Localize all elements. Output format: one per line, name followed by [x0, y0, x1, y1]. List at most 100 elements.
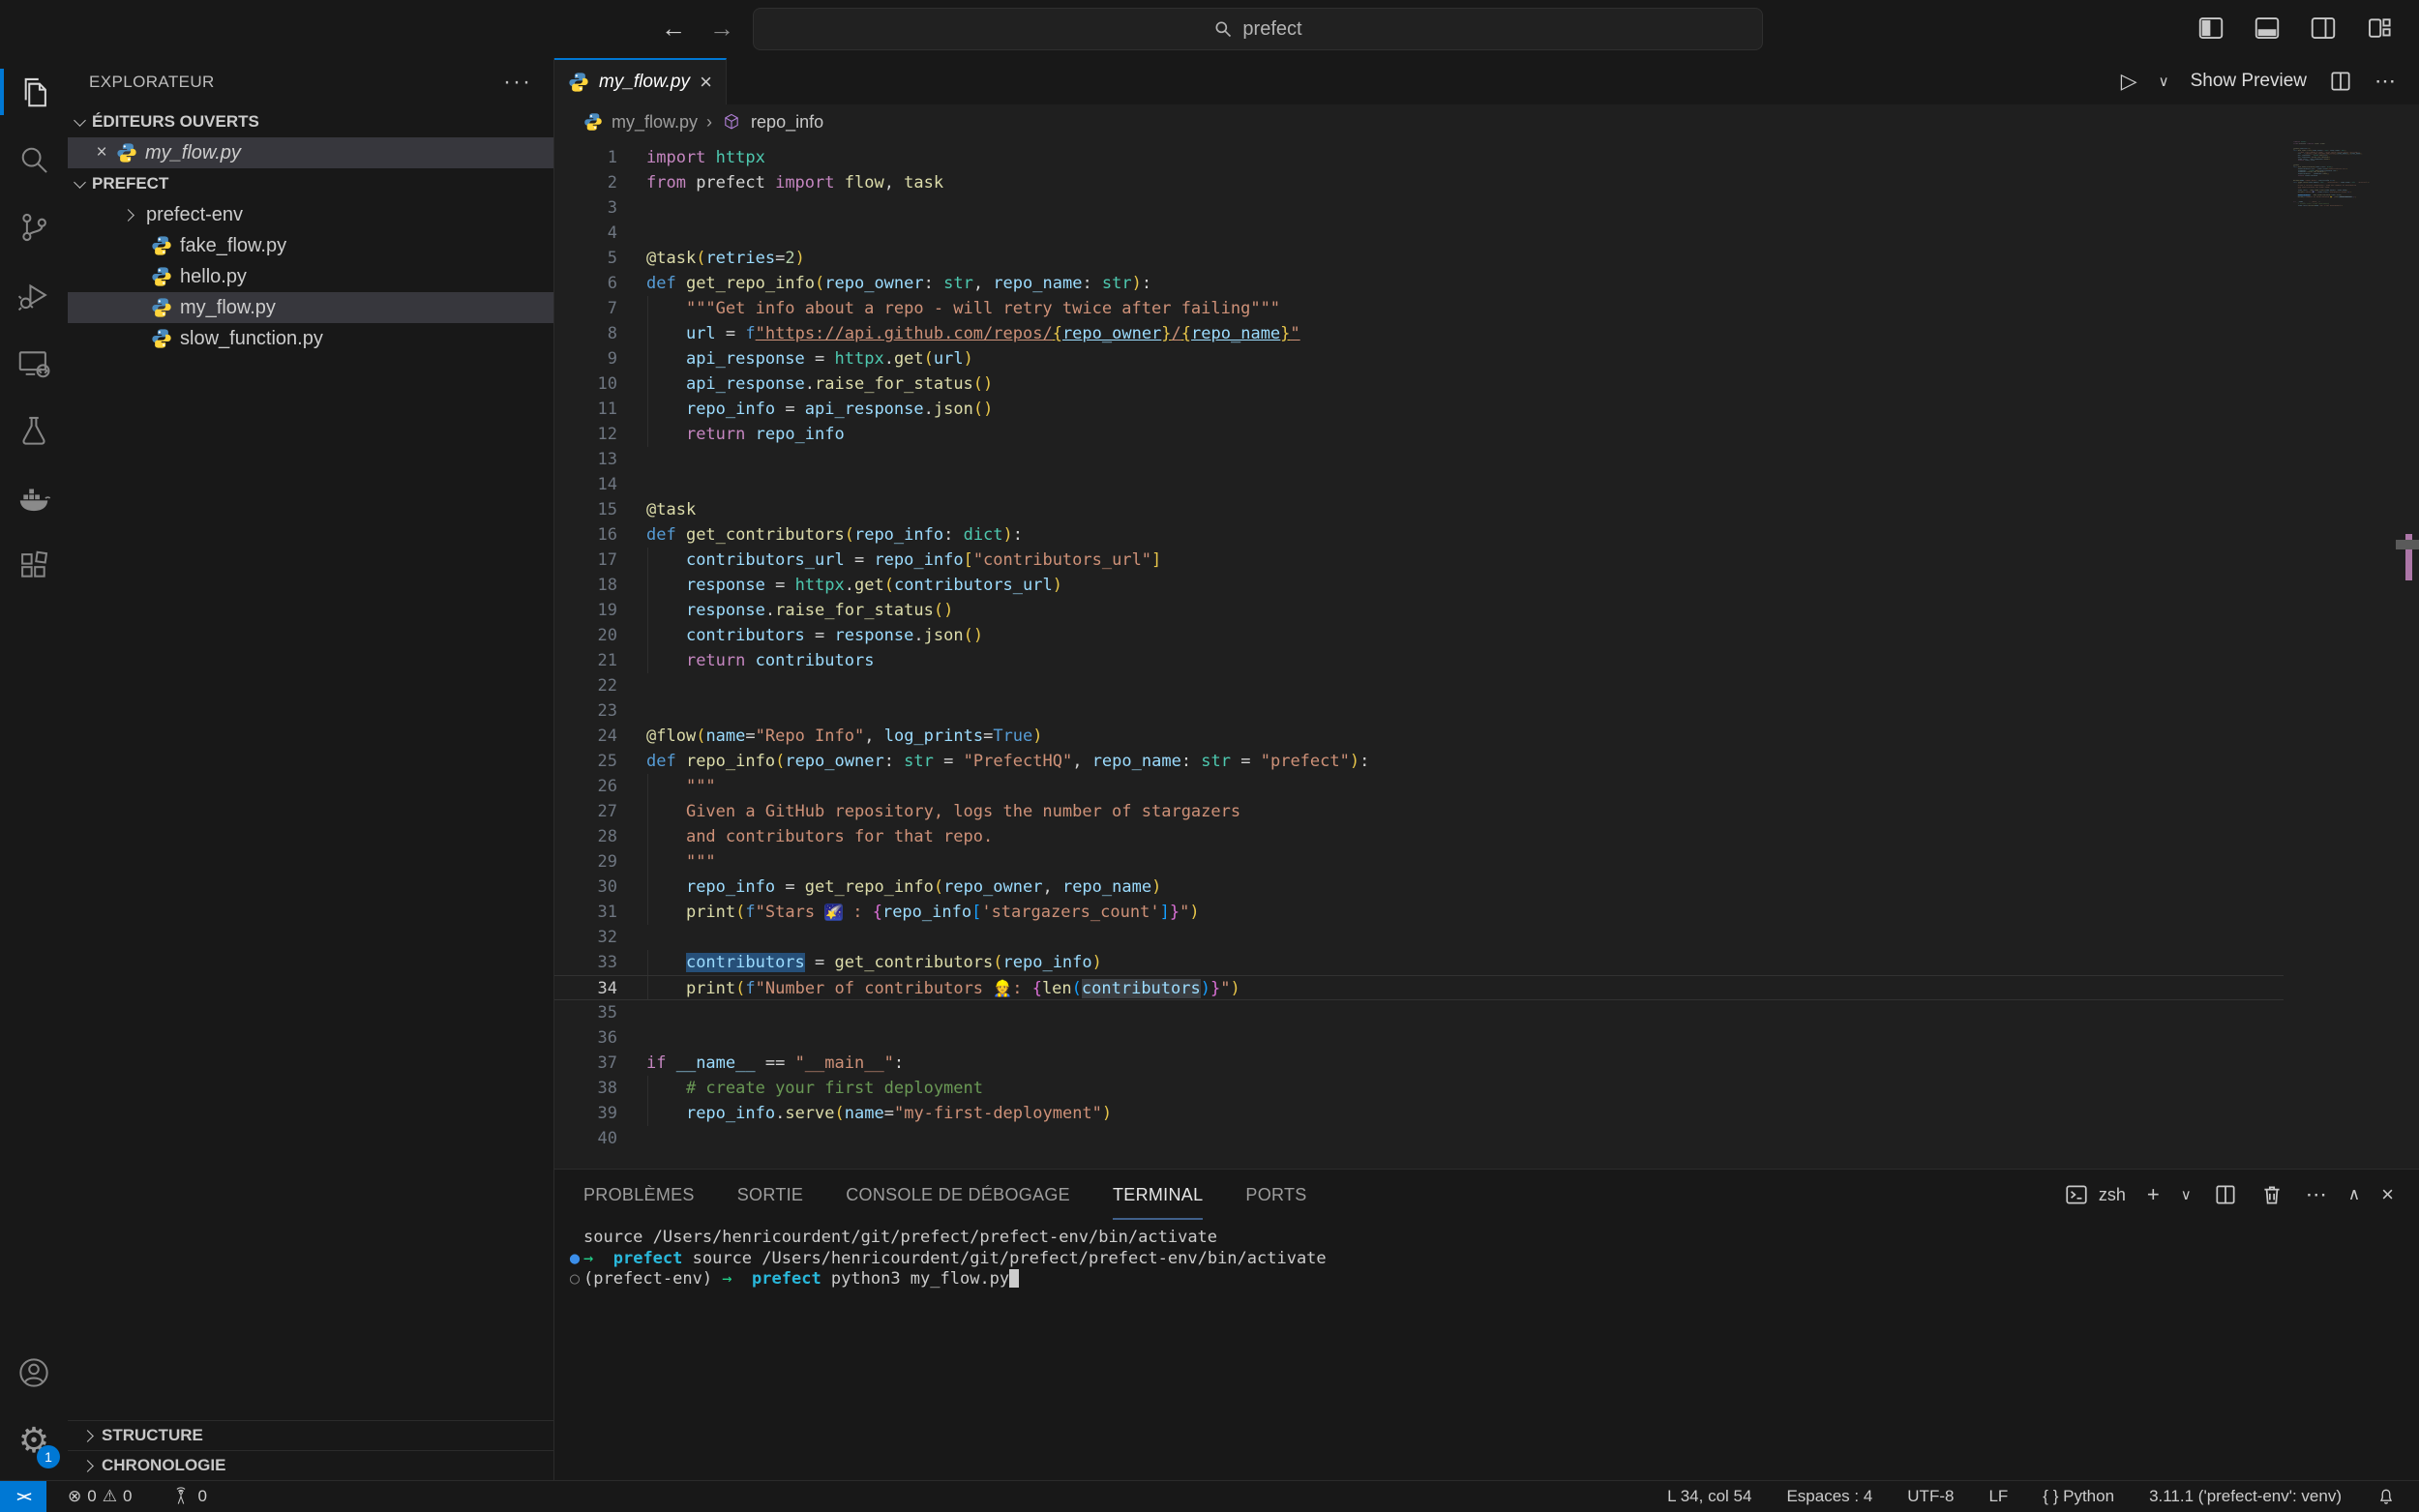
source-control-icon[interactable]	[0, 193, 68, 261]
customize-layout-icon[interactable]	[2365, 14, 2394, 43]
panel-more-icon[interactable]: ⋯	[2306, 1182, 2327, 1207]
toggle-secondary-sidebar-icon[interactable]	[2309, 14, 2338, 43]
code-line[interactable]: 13	[554, 447, 2284, 472]
breadcrumb[interactable]: my_flow.py › repo_info	[554, 104, 2419, 139]
tab-close-icon[interactable]: ×	[700, 70, 712, 95]
code-line[interactable]: 25def repo_info(repo_owner: str = "Prefe…	[554, 749, 2284, 774]
code-line[interactable]: 32	[554, 925, 2284, 950]
code-line[interactable]: 14	[554, 472, 2284, 497]
open-editor-item[interactable]: × my_flow.py	[68, 137, 553, 168]
timeline-section[interactable]: CHRONOLOGIE	[68, 1450, 553, 1480]
split-terminal-icon[interactable]	[2213, 1182, 2238, 1207]
code-line[interactable]: 17 contributors_url = repo_info["contrib…	[554, 548, 2284, 573]
code-line[interactable]: 29 """	[554, 849, 2284, 875]
tree-item-file[interactable]: fake_flow.py	[68, 230, 553, 261]
encoding[interactable]: UTF-8	[1907, 1487, 1954, 1506]
code-line[interactable]: 23	[554, 698, 2284, 724]
code-line[interactable]: 8 url = f"https://api.github.com/repos/{…	[554, 321, 2284, 346]
editor-more-icon[interactable]: ⋯	[2374, 69, 2396, 94]
code-line[interactable]: 1import httpx	[554, 145, 2284, 170]
kill-terminal-icon[interactable]	[2259, 1182, 2285, 1207]
tab-terminal[interactable]: TERMINAL	[1113, 1170, 1203, 1220]
indentation[interactable]: Espaces : 4	[1786, 1487, 1872, 1506]
tab-output[interactable]: SORTIE	[737, 1170, 803, 1220]
docker-icon[interactable]	[0, 464, 68, 532]
project-section-header[interactable]: PREFECT	[68, 168, 553, 199]
tree-item-file-selected[interactable]: my_flow.py	[68, 292, 553, 323]
terminal-dropdown-icon[interactable]: ∨	[2181, 1186, 2192, 1203]
notifications-bell-icon[interactable]	[2376, 1487, 2396, 1506]
scrollbar-mark[interactable]	[2396, 540, 2419, 549]
code-line[interactable]: 26 """	[554, 774, 2284, 799]
code-line[interactable]: 7 """Get info about a repo - will retry …	[554, 296, 2284, 321]
code-line[interactable]: 4	[554, 221, 2284, 246]
tree-item-folder[interactable]: prefect-env	[68, 199, 553, 230]
code-line[interactable]: 9 api_response = httpx.get(url)	[554, 346, 2284, 371]
code-line[interactable]: 37if __name__ == "__main__":	[554, 1051, 2284, 1076]
back-icon[interactable]: ←	[661, 14, 686, 44]
account-icon[interactable]	[0, 1339, 68, 1407]
structure-section[interactable]: STRUCTURE	[68, 1420, 553, 1450]
breadcrumb-file[interactable]: my_flow.py	[612, 112, 698, 133]
code-line[interactable]: 38 # create your first deployment	[554, 1076, 2284, 1101]
code-line[interactable]: 31 print(f"Stars 🌠 : {repo_info['stargaz…	[554, 900, 2284, 925]
code-line[interactable]: 27 Given a GitHub repository, logs the n…	[554, 799, 2284, 824]
show-preview-button[interactable]: Show Preview	[2191, 71, 2307, 92]
testing-icon[interactable]	[0, 397, 68, 464]
code-line[interactable]: 10 api_response.raise_for_status()	[554, 371, 2284, 397]
explorer-icon[interactable]	[0, 58, 68, 126]
code-line[interactable]: 40	[554, 1126, 2284, 1151]
run-dropdown-icon[interactable]: ∨	[2159, 73, 2169, 90]
toggle-sidebar-icon[interactable]	[2196, 14, 2225, 43]
shell-label[interactable]: zsh	[2099, 1185, 2126, 1205]
code-line[interactable]: 22	[554, 673, 2284, 698]
cursor-position[interactable]: L 34, col 54	[1667, 1487, 1751, 1506]
tab-debug-console[interactable]: CONSOLE DE DÉBOGAGE	[846, 1170, 1070, 1220]
remote-indicator[interactable]: ><	[0, 1481, 46, 1512]
code-area[interactable]: 1import httpx2from prefect import flow, …	[554, 145, 2284, 1151]
code-line[interactable]: 5@task(retries=2)	[554, 246, 2284, 271]
tab-problems[interactable]: PROBLÈMES	[583, 1170, 695, 1220]
code-line[interactable]: 39 repo_info.serve(name="my-first-deploy…	[554, 1101, 2284, 1126]
code-line[interactable]: 2from prefect import flow, task	[554, 170, 2284, 195]
run-debug-icon[interactable]	[0, 261, 68, 329]
code-line[interactable]: 3	[554, 195, 2284, 221]
code-line[interactable]: 20 contributors = response.json()	[554, 623, 2284, 648]
command-center-search[interactable]: prefect	[753, 8, 1763, 50]
code-line[interactable]: 6def get_repo_info(repo_owner: str, repo…	[554, 271, 2284, 296]
ports-status[interactable]: 0	[170, 1486, 206, 1507]
code-line[interactable]: 18 response = httpx.get(contributors_url…	[554, 573, 2284, 598]
open-editors-header[interactable]: ÉDITEURS OUVERTS	[68, 106, 553, 137]
code-line[interactable]: 28 and contributors for that repo.	[554, 824, 2284, 849]
toggle-panel-icon[interactable]	[2253, 14, 2282, 43]
tree-item-file[interactable]: hello.py	[68, 261, 553, 292]
maximize-panel-icon[interactable]: ∧	[2348, 1185, 2360, 1204]
code-line[interactable]: 33 contributors = get_contributors(repo_…	[554, 950, 2284, 975]
code-line[interactable]: 19 response.raise_for_status()	[554, 598, 2284, 623]
extensions-icon[interactable]	[0, 532, 68, 600]
code-line[interactable]: 21 return contributors	[554, 648, 2284, 673]
settings-gear-icon[interactable]: ⚙ 1	[0, 1407, 68, 1474]
tree-item-file[interactable]: slow_function.py	[68, 323, 553, 354]
code-line[interactable]: 24@flow(name="Repo Info", log_prints=Tru…	[554, 724, 2284, 749]
code-line[interactable]: 15@task	[554, 497, 2284, 522]
minimap[interactable]: import httpxfrom prefect import flow, ta…	[2293, 141, 2402, 528]
tab-my-flow[interactable]: my_flow.py ×	[554, 58, 727, 104]
code-line[interactable]: 36	[554, 1025, 2284, 1051]
search-activity-icon[interactable]	[0, 126, 68, 193]
code-line[interactable]: 34 print(f"Number of contributors 👷: {le…	[554, 975, 2284, 1000]
close-editor-icon[interactable]: ×	[87, 142, 116, 163]
new-terminal-icon[interactable]: +	[2147, 1182, 2160, 1207]
forward-icon[interactable]: →	[709, 14, 734, 44]
code-line[interactable]: 12 return repo_info	[554, 422, 2284, 447]
breadcrumb-symbol[interactable]: repo_info	[751, 112, 823, 133]
remote-explorer-icon[interactable]	[0, 329, 68, 397]
tab-ports[interactable]: PORTS	[1245, 1170, 1306, 1220]
split-editor-icon[interactable]	[2328, 69, 2353, 94]
run-python-icon[interactable]: ▷	[2121, 69, 2137, 94]
eol-sequence[interactable]: LF	[1988, 1487, 2008, 1506]
language-mode[interactable]: { } Python	[2043, 1487, 2114, 1506]
code-line[interactable]: 30 repo_info = get_repo_info(repo_owner,…	[554, 875, 2284, 900]
terminal[interactable]: source /Users/henricourdent/git/prefect/…	[554, 1220, 2419, 1290]
code-line[interactable]: 35	[554, 1000, 2284, 1025]
